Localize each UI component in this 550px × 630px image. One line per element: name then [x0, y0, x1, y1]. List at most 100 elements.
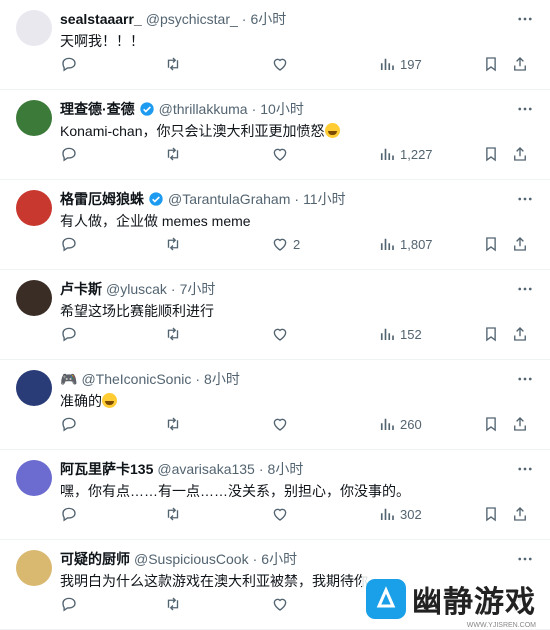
tweet[interactable]: sealstaaarr_ @psychicstar_ · 6小时 天啊我！！！ — [0, 0, 550, 90]
tweet[interactable]: 卢卡斯 @yluscak · 7小时 希望这场比赛能顺利进行 152 — [0, 270, 550, 360]
heart-icon — [273, 148, 287, 161]
display-name[interactable]: 可疑的厨师 — [60, 550, 130, 568]
tweet-actions: 1,227 — [60, 144, 534, 164]
view-count: 1,807 — [400, 236, 433, 252]
separator-dot: · — [251, 101, 257, 117]
reply-button[interactable] — [60, 55, 82, 73]
like-button[interactable] — [271, 145, 293, 163]
avatar[interactable] — [16, 370, 52, 406]
user-handle[interactable]: @TheIconicSonic — [81, 370, 191, 388]
reply-button[interactable] — [60, 145, 82, 163]
reply-button[interactable] — [60, 415, 82, 433]
tweet-actions: 197 — [60, 54, 534, 74]
share-icon — [514, 57, 526, 71]
tweet[interactable]: 🎮 @TheIconicSonic · 8小时 准确的 260 — [0, 360, 550, 450]
bookmark-button[interactable] — [482, 505, 500, 523]
avatar[interactable] — [16, 10, 52, 46]
retweet-button[interactable] — [164, 505, 186, 523]
retweet-button[interactable] — [164, 145, 186, 163]
more-options-icon[interactable] — [516, 370, 534, 388]
tweet-content: 卢卡斯 @yluscak · 7小时 希望这场比赛能顺利进行 — [60, 280, 534, 321]
avatar[interactable] — [16, 550, 52, 586]
share-button[interactable] — [511, 235, 529, 253]
more-options-icon[interactable] — [516, 280, 534, 298]
timestamp[interactable]: 6小时 — [250, 10, 286, 28]
views-button[interactable]: 152 — [378, 325, 422, 343]
tweet[interactable]: 阿瓦里萨卡135 @avarisaka135 · 8小时 嘿，你有点……有一点…… — [0, 450, 550, 540]
tweet[interactable]: 格雷厄姆狼蛛 @TarantulaGraham · 11小时 有人做，企业做 m… — [0, 180, 550, 270]
share-button[interactable] — [511, 325, 529, 343]
views-button[interactable]: 302 — [378, 505, 422, 523]
retweet-button[interactable] — [164, 235, 186, 253]
share-icon — [514, 237, 526, 251]
bookmark-button[interactable] — [482, 55, 500, 73]
timestamp[interactable]: 6小时 — [261, 550, 297, 568]
tweet-content: 格雷厄姆狼蛛 @TarantulaGraham · 11小时 有人做，企业做 m… — [60, 190, 534, 231]
views-button[interactable]: 1,227 — [378, 145, 433, 163]
share-button[interactable] — [511, 145, 529, 163]
user-handle[interactable]: @yluscak — [106, 280, 167, 298]
bookmark-button[interactable] — [482, 415, 500, 433]
heart-icon — [273, 328, 287, 341]
reply-button[interactable] — [60, 595, 82, 613]
timestamp[interactable]: 10小时 — [260, 100, 304, 118]
tweet[interactable]: 理查德·查德 @thrillakkuma · 10小时 Konami-chan，… — [0, 90, 550, 180]
user-handle[interactable]: @psychicstar_ — [146, 10, 238, 28]
tweet-header: sealstaaarr_ @psychicstar_ · 6小时 — [60, 10, 534, 28]
more-options-icon[interactable] — [516, 190, 534, 208]
timestamp[interactable]: 8小时 — [268, 460, 304, 478]
like-button[interactable] — [271, 415, 293, 433]
more-options-icon[interactable] — [516, 460, 534, 478]
like-button[interactable]: 2 — [271, 235, 300, 253]
reply-icon — [62, 507, 76, 522]
views-button[interactable]: 1,807 — [378, 235, 433, 253]
display-name[interactable]: 格雷厄姆狼蛛 — [60, 190, 144, 208]
views-button[interactable]: 260 — [378, 415, 422, 433]
share-button[interactable] — [511, 505, 529, 523]
avatar[interactable] — [16, 460, 52, 496]
display-name[interactable]: 卢卡斯 — [60, 280, 102, 298]
display-name[interactable]: 🎮 — [60, 370, 77, 388]
avatar[interactable] — [16, 100, 52, 136]
like-button[interactable] — [271, 325, 293, 343]
like-button[interactable] — [271, 595, 293, 613]
retweet-button[interactable] — [164, 325, 186, 343]
display-name[interactable]: 理查德·查德 — [60, 100, 135, 118]
timestamp[interactable]: 7小时 — [180, 280, 216, 298]
heart-icon — [273, 508, 287, 521]
avatar[interactable] — [16, 280, 52, 316]
bookmark-button[interactable] — [482, 145, 500, 163]
more-options-icon[interactable] — [516, 550, 534, 568]
timestamp[interactable]: 11小时 — [303, 190, 346, 208]
bookmark-icon — [486, 327, 496, 342]
separator-dot: · — [294, 191, 300, 207]
avatar[interactable] — [16, 190, 52, 226]
tweet-text-body: 希望这场比赛能顺利进行 — [60, 303, 214, 319]
user-handle[interactable]: @avarisaka135 — [157, 460, 255, 478]
user-handle[interactable]: @thrillakkuma — [159, 100, 248, 118]
views-chart-icon — [380, 58, 394, 70]
bookmark-button[interactable] — [482, 325, 500, 343]
display-name[interactable]: 阿瓦里萨卡135 — [60, 460, 153, 478]
retweet-button[interactable] — [164, 415, 186, 433]
timestamp[interactable]: 8小时 — [204, 370, 240, 388]
reply-button[interactable] — [60, 325, 82, 343]
retweet-button[interactable] — [164, 595, 186, 613]
user-handle[interactable]: @SuspiciousCook — [134, 550, 249, 568]
more-options-icon[interactable] — [516, 10, 534, 28]
bookmark-button[interactable] — [482, 235, 500, 253]
share-button[interactable] — [511, 415, 529, 433]
view-count: 1,227 — [400, 146, 433, 162]
like-button[interactable] — [271, 55, 293, 73]
reply-button[interactable] — [60, 505, 82, 523]
separator-dot: · — [195, 371, 201, 387]
reply-button[interactable] — [60, 235, 82, 253]
tweet-header: 可疑的厨师 @SuspiciousCook · 6小时 — [60, 550, 534, 568]
like-button[interactable] — [271, 505, 293, 523]
display-name[interactable]: sealstaaarr_ — [60, 10, 142, 28]
more-options-icon[interactable] — [516, 100, 534, 118]
views-button[interactable]: 197 — [378, 55, 422, 73]
user-handle[interactable]: @TarantulaGraham — [168, 190, 290, 208]
share-button[interactable] — [511, 55, 529, 73]
retweet-button[interactable] — [164, 55, 186, 73]
